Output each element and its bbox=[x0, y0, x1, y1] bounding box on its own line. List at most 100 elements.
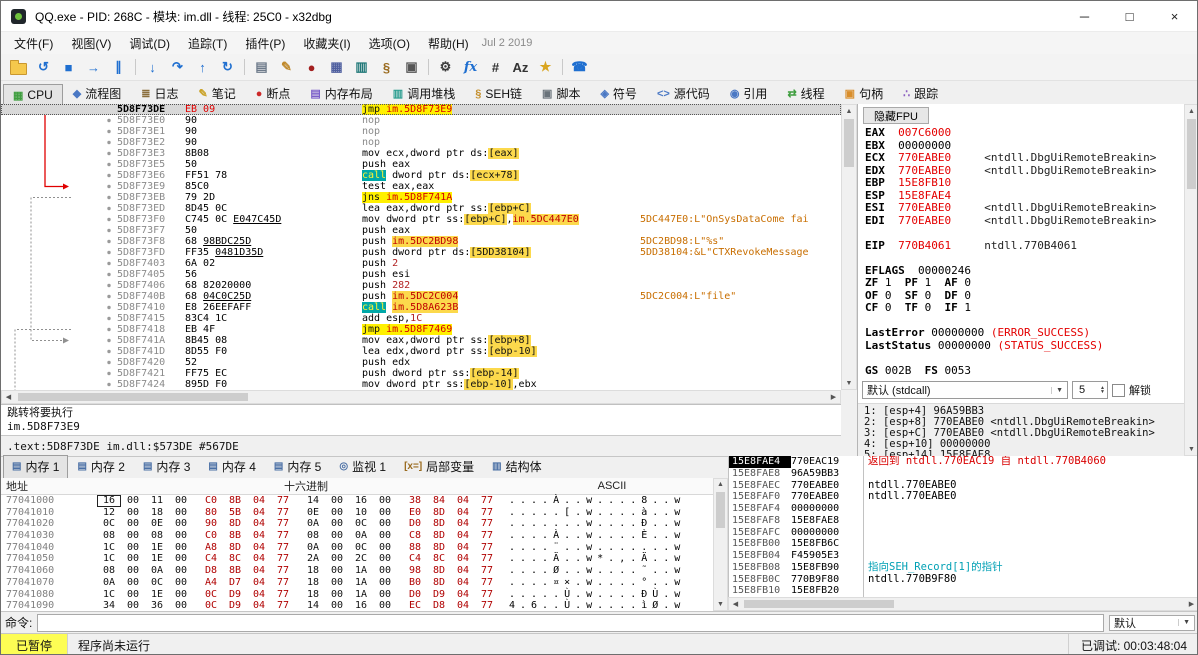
tab-struct[interactable]: ▥结构体 bbox=[483, 455, 550, 478]
tab-source[interactable]: <>源代码 bbox=[647, 81, 720, 106]
register-line[interactable]: CF 0 TF 0 IF 1 bbox=[865, 302, 1156, 315]
step-into-icon[interactable]: ↓ bbox=[140, 56, 165, 78]
dump-row[interactable]: 7704103008000800C08B047708000A00C88D0477… bbox=[1, 530, 713, 542]
disasm-row[interactable]: 5D8F73E38B08mov ecx,dword ptr ds:[eax] bbox=[1, 148, 841, 159]
tab-handles[interactable]: ▣句柄 bbox=[835, 81, 893, 106]
stack-comment-row[interactable]: 返回到 ntdll.770EAC19 自 ntdll.770B4060 bbox=[864, 456, 1198, 468]
stack-row[interactable]: 15E8FB0015E8FB6C bbox=[729, 538, 863, 550]
disasm-row[interactable]: 5D8F7421FF75 ECpush dword ptr ss:[ebp-14… bbox=[1, 368, 841, 379]
dump-vscroll-thumb[interactable] bbox=[716, 492, 725, 528]
stack-hscrollbar[interactable]: ◀ ▶ bbox=[728, 597, 1198, 611]
disasm-row[interactable]: 5D8F740556push esi bbox=[1, 269, 841, 280]
scroll-left-icon[interactable]: ◀ bbox=[2, 391, 15, 403]
scroll-down-icon[interactable]: ▼ bbox=[1185, 443, 1198, 455]
tab-locals[interactable]: [x=]局部变量 bbox=[395, 455, 483, 478]
stack-row[interactable]: 15E8FB1015E8FB20 bbox=[729, 585, 863, 597]
memory-map-icon[interactable]: ▦ bbox=[324, 56, 349, 78]
disasm-row[interactable]: 5D8F73E6FF51 78call dword ptr ds:[ecx+78… bbox=[1, 170, 841, 181]
menu-debug[interactable]: 调试(D) bbox=[120, 33, 179, 54]
favourites-star-icon[interactable]: ★ bbox=[533, 56, 558, 78]
disasm-row[interactable]: 5D8F7424895D F0mov dword ptr ss:[ebp-10]… bbox=[1, 379, 841, 390]
stack-row[interactable]: 15E8FB0C770B9F80 bbox=[729, 574, 863, 586]
disasm-row[interactable]: 5D8F741D8D55 F0lea edx,dword ptr ss:[ebp… bbox=[1, 346, 841, 357]
registers-vscrollbar[interactable]: ▲ ▼ bbox=[1184, 104, 1198, 456]
tab-seh-chain[interactable]: §SEH链 bbox=[465, 81, 532, 106]
scroll-down-icon[interactable]: ▼ bbox=[714, 599, 727, 610]
tab-call-stack[interactable]: ▥调用堆栈 bbox=[383, 81, 465, 106]
dump-row[interactable]: 770410200C000E00908D04770A000C00D08D0477… bbox=[1, 518, 713, 530]
breakpoints-icon[interactable]: ● bbox=[299, 56, 324, 78]
register-line[interactable]: LastStatus 00000000 (STATUS_SUCCESS) bbox=[865, 340, 1156, 353]
calculator-fx-icon[interactable]: fx bbox=[458, 56, 483, 78]
disasm-row[interactable]: 5D8F73EB79 2Djns im.5D8F741A bbox=[1, 192, 841, 203]
scroll-up-icon[interactable]: ▲ bbox=[842, 105, 856, 117]
help-phone-icon[interactable]: ☎ bbox=[567, 56, 592, 78]
menu-help[interactable]: 帮助(H) bbox=[419, 33, 478, 54]
disasm-row[interactable]: 5D8F73F750push eax bbox=[1, 225, 841, 236]
scroll-down-icon[interactable]: ▼ bbox=[842, 377, 856, 389]
tab-notes[interactable]: ✎笔记 bbox=[188, 81, 245, 106]
disasm-row[interactable]: 5D8F740668 82020000push 282 bbox=[1, 280, 841, 291]
disasm-row[interactable]: 5D8F73FDFF35 0481D35Dpush dword ptr ds:[… bbox=[1, 247, 841, 258]
stack-row[interactable]: 15E8FAEC770EABE0 bbox=[729, 480, 863, 492]
stack-row[interactable]: 15E8FB0815E8FB90 bbox=[729, 562, 863, 574]
script-icon[interactable]: ▣ bbox=[399, 56, 424, 78]
minimize-button[interactable]: ─ bbox=[1062, 1, 1107, 31]
disasm-row[interactable]: 5D8F741583C4 1Cadd esp,1C bbox=[1, 313, 841, 324]
stop-icon[interactable]: ■ bbox=[56, 56, 81, 78]
disasm-row[interactable]: 5D8F741A8B45 08mov eax,dword ptr ss:[ebp… bbox=[1, 335, 841, 346]
menu-favourites[interactable]: 收藏夹(I) bbox=[294, 33, 359, 54]
disasm-row[interactable]: 5D8F73DEEB 09jmp im.5D8F73E9 bbox=[1, 104, 841, 115]
patches-icon[interactable]: # bbox=[483, 56, 508, 78]
tab-dump-1[interactable]: ▤内存 1 bbox=[3, 455, 68, 478]
step-over-icon[interactable]: ↷ bbox=[165, 56, 190, 78]
maximize-button[interactable]: □ bbox=[1107, 1, 1152, 31]
tab-memory-map[interactable]: ▤内存布局 bbox=[300, 81, 382, 106]
menu-options[interactable]: 选项(O) bbox=[360, 33, 419, 54]
tab-dump-2[interactable]: ▤内存 2 bbox=[68, 455, 133, 478]
disasm-hscroll-thumb[interactable] bbox=[18, 393, 248, 401]
run-until-return-icon[interactable]: ↑ bbox=[190, 56, 215, 78]
stack-row[interactable]: 15E8FAFC00000000 bbox=[729, 527, 863, 539]
tab-dump-3[interactable]: ▤内存 3 bbox=[134, 455, 199, 478]
scroll-right-icon[interactable]: ▶ bbox=[1185, 598, 1198, 610]
call-stack-icon[interactable]: ▥ bbox=[349, 56, 374, 78]
disasm-vscroll-thumb[interactable] bbox=[844, 119, 854, 167]
dump-row[interactable]: 7704106008000A00D88B047718001A00988D0477… bbox=[1, 565, 713, 577]
menu-trace[interactable]: 追踪(T) bbox=[179, 33, 236, 54]
disasm-row[interactable]: 5D8F7410E8 26EEFAFFcall im.5D8A623B bbox=[1, 302, 841, 313]
stack-row[interactable]: 15E8FAF815E8FAE8 bbox=[729, 515, 863, 527]
notes-icon[interactable]: ✎ bbox=[274, 56, 299, 78]
dump-row[interactable]: 77041090340036000CD9047714001600ECD80477… bbox=[1, 600, 713, 611]
disasm-row[interactable]: 5D8F73F0C745 0C E047C45Dmov dword ptr ss… bbox=[1, 214, 841, 225]
stack-row[interactable]: 15E8FAF0770EABE0 bbox=[729, 491, 863, 503]
dump-vscrollbar[interactable]: ▲ ▼ bbox=[713, 478, 728, 611]
disasm-row[interactable]: 5D8F73E985C0test eax,eax bbox=[1, 181, 841, 192]
pause-icon[interactable]: ∥ bbox=[106, 56, 131, 78]
tab-graph[interactable]: ◆流程图 bbox=[63, 81, 131, 106]
disasm-row[interactable]: 5D8F73E550push eax bbox=[1, 159, 841, 170]
dump-row[interactable]: 770410700A000C00A4D7047718001A00B08D0477… bbox=[1, 577, 713, 589]
disasm-row[interactable]: 5D8F7418EB 4Fjmp im.5D8F7469 bbox=[1, 324, 841, 335]
tab-log[interactable]: ≣日志 bbox=[131, 81, 188, 106]
stack-comment-row[interactable] bbox=[864, 503, 1198, 515]
disasm-row[interactable]: 5D8F73F868 98BDC25Dpush im.5DC2BD985DC2B… bbox=[1, 236, 841, 247]
disasm-row[interactable]: 5D8F73E090nop bbox=[1, 115, 841, 126]
seh-chain-icon[interactable]: § bbox=[374, 56, 399, 78]
disasm-vscrollbar[interactable]: ▲ ▼ bbox=[841, 104, 857, 390]
restart-icon[interactable]: ↺ bbox=[31, 56, 56, 78]
stack-row[interactable]: 15E8FAF400000000 bbox=[729, 503, 863, 515]
dump-row[interactable]: 7704101012001800805B04770E001000E08D0477… bbox=[1, 507, 713, 519]
disasm-hscrollbar[interactable]: ◀ ▶ bbox=[1, 390, 841, 404]
disasm-row[interactable]: 5D8F73E190nop bbox=[1, 126, 841, 137]
menu-view[interactable]: 视图(V) bbox=[62, 33, 120, 54]
stack-hscroll-thumb[interactable] bbox=[744, 600, 894, 608]
tab-watch-1[interactable]: ◎监视 1 bbox=[330, 455, 395, 478]
stack-row[interactable]: 15E8FAE896A59BB3 bbox=[729, 468, 863, 480]
disasm-row[interactable]: 5D8F742052push edx bbox=[1, 357, 841, 368]
arg-count-spinner[interactable]: 5 ▲▼ bbox=[1072, 381, 1108, 399]
stack-comment-row[interactable]: ntdll.770EABE0 bbox=[864, 491, 1198, 503]
stack-comment-row[interactable] bbox=[864, 515, 1198, 527]
dump-row[interactable]: 770410401C001E00A88D04770A000C00888D0477… bbox=[1, 542, 713, 554]
register-line[interactable]: EIP 770B4061 ntdll.770B4061 bbox=[865, 240, 1156, 253]
